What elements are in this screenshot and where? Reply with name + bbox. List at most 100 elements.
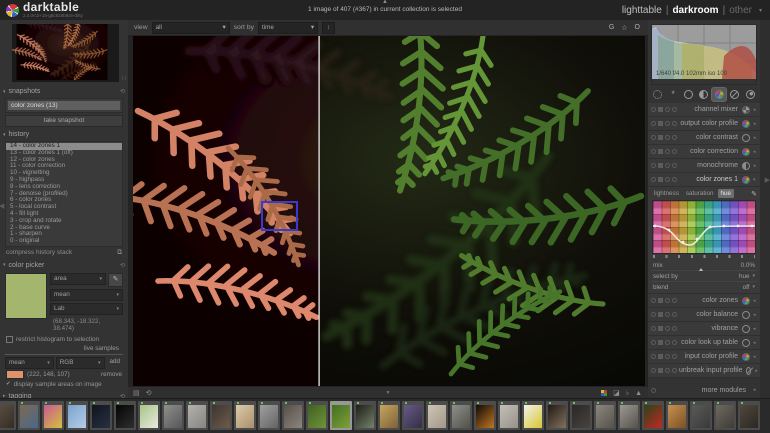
collapse-bottom-panel-icon[interactable]: ▼: [386, 390, 391, 396]
filmstrip-thumbnail[interactable]: [666, 401, 688, 430]
snapshot-divider[interactable]: [318, 36, 320, 386]
filmstrip-thumbnail[interactable]: [90, 401, 112, 430]
tab-lightness[interactable]: lightness: [651, 189, 682, 198]
module-row[interactable]: output color profile ◂: [648, 117, 760, 131]
overlay-icon[interactable]: O: [635, 24, 640, 32]
history-header[interactable]: ▾ history: [3, 129, 125, 140]
filmstrip-thumbnail[interactable]: [450, 401, 472, 430]
view-other[interactable]: other: [729, 5, 752, 16]
filmstrip-thumbnail[interactable]: [642, 401, 664, 430]
tab-hue[interactable]: hue: [717, 189, 735, 198]
module-row-color-zones-1[interactable]: color zones 1 ▾: [648, 173, 760, 187]
reset-icon[interactable]: ⟲: [120, 262, 125, 269]
module-group-button[interactable]: [697, 88, 711, 101]
styles-icon[interactable]: ⟲: [146, 389, 152, 397]
picker-space-dropdown[interactable]: Lab ▾: [50, 302, 123, 315]
module-row[interactable]: color contrast ◂: [648, 131, 760, 145]
gamut-check-icon[interactable]: ▲: [635, 390, 642, 397]
module-row[interactable]: color correction ◂: [648, 145, 760, 159]
collapse-right-panel-icon[interactable]: ▶: [765, 176, 770, 184]
color-assessment-icon[interactable]: [601, 390, 608, 396]
histogram[interactable]: 1/640 f/4.0 102mm iso 100: [651, 24, 757, 85]
remove-sample-button[interactable]: remove: [101, 371, 122, 378]
filmstrip-thumbnail[interactable]: [498, 401, 520, 430]
filmstrip-thumbnail[interactable]: [210, 401, 232, 430]
more-modules-row[interactable]: more modules ◂: [648, 384, 760, 396]
filmstrip-thumbnail[interactable]: [354, 401, 376, 430]
reset-icon[interactable]: ⟲: [120, 88, 125, 95]
eyedropper-button[interactable]: ✎: [108, 272, 123, 287]
snapshots-header[interactable]: ▾ snapshots ⟲: [3, 86, 125, 97]
snapshot-item[interactable]: color zones (13): [8, 101, 120, 110]
picker-mode-dropdown[interactable]: area ▾: [50, 272, 106, 285]
filmstrip-thumbnail[interactable]: [306, 401, 328, 430]
module-row[interactable]: color look up table ◂: [648, 336, 760, 350]
module-row[interactable]: color zones ◂: [648, 294, 760, 308]
sort-dropdown[interactable]: time ▾: [258, 21, 319, 34]
filmstrip-thumbnail[interactable]: [546, 401, 568, 430]
module-row[interactable]: monochrome ◂: [648, 159, 760, 173]
view-filter-dropdown[interactable]: all ▾: [151, 21, 230, 34]
filmstrip-thumbnail[interactable]: [402, 401, 424, 430]
compress-icon[interactable]: ⧉: [117, 249, 122, 257]
filmstrip-thumbnail[interactable]: [234, 401, 256, 430]
filmstrip-thumbnail[interactable]: [282, 401, 304, 430]
filmstrip-thumbnail[interactable]: [42, 401, 64, 430]
picker-stat-dropdown[interactable]: mean ▾: [50, 288, 123, 301]
filmstrip-thumbnail[interactable]: [186, 401, 208, 430]
filmstrip-thumbnail[interactable]: [714, 401, 736, 430]
filmstrip-thumbnail[interactable]: [0, 401, 16, 430]
mix-slider[interactable]: mix 0.0%: [651, 260, 757, 271]
color-picker-header[interactable]: ▾ color picker ⟲: [3, 260, 125, 271]
filmstrip-options-icon[interactable]: ▤: [133, 389, 140, 397]
select-by-dropdown[interactable]: select by hue ▾: [651, 271, 757, 282]
softproof-icon[interactable]: ♭: [626, 389, 629, 397]
view-dropdown-icon[interactable]: ▾: [759, 7, 762, 14]
module-row[interactable]: unbreak input profile ◂: [648, 364, 760, 378]
zoom-grip-icon[interactable]: ∷: [122, 75, 126, 82]
filmstrip-thumbnail[interactable]: [570, 401, 592, 430]
filmstrip-thumbnail[interactable]: [522, 401, 544, 430]
module-group-button[interactable]: [728, 88, 742, 101]
filmstrip-thumbnail[interactable]: [738, 401, 760, 430]
color-zones-curve-editor[interactable]: [652, 200, 756, 254]
filmstrip-thumbnail[interactable]: [138, 401, 160, 430]
filmstrip-thumbnail[interactable]: [594, 401, 616, 430]
filmstrip-thumbnail[interactable]: [378, 401, 400, 430]
rating-icon[interactable]: ☆: [621, 24, 627, 32]
compress-history-button[interactable]: compress history stack: [6, 249, 72, 256]
module-group-button[interactable]: *: [666, 88, 680, 101]
filmstrip-thumbnail[interactable]: [18, 401, 40, 430]
add-sample-button[interactable]: add: [107, 357, 124, 367]
module-row[interactable]: color balance ◂: [648, 308, 760, 322]
view-lighttable[interactable]: lighttable: [622, 5, 662, 16]
filmstrip-thumbnail[interactable]: [66, 401, 88, 430]
history-item[interactable]: 0 - original: [6, 237, 122, 245]
filmstrip-thumbnail[interactable]: [474, 401, 496, 430]
checkbox-checked-icon[interactable]: ✔: [6, 381, 11, 387]
module-row[interactable]: vibrance ◂: [648, 322, 760, 336]
filmstrip-thumbnail[interactable]: [330, 401, 352, 430]
filmstrip-thumbnail[interactable]: [258, 401, 280, 430]
display-samples-row[interactable]: ✔ display sample areas on image: [3, 380, 125, 389]
checkbox-icon[interactable]: [6, 335, 13, 343]
guides-icon[interactable]: G: [609, 24, 614, 32]
blend-dropdown[interactable]: blend off ▾: [651, 282, 757, 292]
module-group-button[interactable]: [682, 88, 696, 101]
view-darkroom[interactable]: darkroom: [672, 5, 718, 16]
module-group-button[interactable]: [651, 88, 665, 101]
filmstrip-thumbnail[interactable]: [114, 401, 136, 430]
take-snapshot-button[interactable]: take snapshot: [5, 115, 123, 127]
second-window-icon[interactable]: ◪: [613, 389, 620, 397]
module-row[interactable]: channel mixer ◂: [648, 103, 760, 117]
filmstrip-thumbnail[interactable]: [690, 401, 712, 430]
sort-order-button[interactable]: ↕: [322, 21, 336, 34]
sample-stat-dropdown[interactable]: mean ▾: [5, 356, 54, 369]
edited-photo[interactable]: [133, 36, 645, 387]
filmstrip-thumbnail[interactable]: [162, 401, 184, 430]
eyedropper-icon[interactable]: ✎: [751, 190, 757, 198]
collapse-top-panel-icon[interactable]: ▲: [382, 0, 388, 5]
module-row[interactable]: input color profile ◂: [648, 350, 760, 364]
tab-saturation[interactable]: saturation: [683, 189, 717, 198]
restrict-histogram-row[interactable]: restrict histogram to selection: [3, 335, 125, 344]
